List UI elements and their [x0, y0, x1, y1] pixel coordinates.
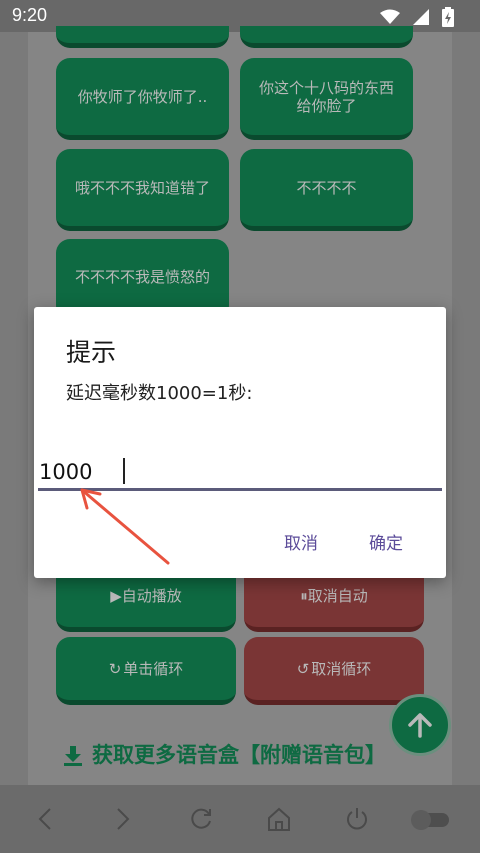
text-caret: [123, 458, 125, 484]
toggle-switch[interactable]: [408, 785, 452, 853]
loop-icon: ↻: [108, 659, 122, 678]
forward-button[interactable]: [103, 785, 143, 853]
voice-button-label: 你牧师了你牧师了..: [77, 87, 208, 106]
status-icons: [380, 7, 454, 27]
voice-button-label: 不不不不: [296, 178, 357, 197]
back-icon: [38, 808, 51, 830]
refresh-button[interactable]: [181, 785, 221, 853]
power-button[interactable]: [337, 785, 377, 853]
voice-button[interactable]: 你这个十八码的东西给你脸了: [240, 58, 413, 140]
single-loop-label: 单击循环: [123, 659, 184, 678]
forward-icon: [117, 808, 130, 830]
refresh-icon: [191, 808, 211, 829]
voice-button[interactable]: 你牧师了你牧师了..: [56, 58, 229, 140]
annotation-arrow-icon: [80, 488, 170, 565]
cancel-button[interactable]: 取消: [284, 529, 318, 554]
undo-icon: ↺: [296, 659, 310, 678]
voice-button-label: 哦不不不我知道错了: [74, 178, 210, 197]
download-icon: [64, 746, 82, 766]
voice-button-partial[interactable]: [240, 26, 413, 48]
voice-button-partial[interactable]: [56, 26, 229, 48]
dialog-message: 延迟毫秒数1000=1秒:: [66, 383, 253, 404]
home-icon: [268, 807, 290, 831]
cancel-loop-button[interactable]: ↺ 取消循环: [244, 637, 424, 705]
dialog-title: 提示: [66, 338, 117, 367]
battery-charging-icon: [442, 7, 454, 27]
more-voices-link[interactable]: 获取更多语音盒【附赠语音包】: [62, 738, 392, 772]
single-loop-button[interactable]: ↻ 单击循环: [56, 637, 236, 705]
confirm-button[interactable]: 确定: [369, 529, 403, 554]
wifi-icon: [380, 9, 400, 24]
voice-button[interactable]: 哦不不不我知道错了: [56, 149, 229, 231]
more-voices-text: 获取更多语音盒【附赠语音包】: [92, 743, 386, 767]
signal-icon: [413, 9, 429, 25]
auto-play-label: ▶自动播放: [110, 586, 182, 605]
arrow-up-icon: [408, 713, 432, 738]
scroll-top-button[interactable]: [389, 694, 451, 756]
cancel-auto-label: ⏸取消自动: [300, 586, 368, 605]
voice-button[interactable]: 不不不不: [240, 149, 413, 231]
bottom-toolbar: [0, 785, 480, 853]
back-button[interactable]: [25, 785, 65, 853]
home-button[interactable]: [259, 785, 299, 853]
power-icon: [347, 808, 367, 830]
toggle-icon: [411, 810, 449, 830]
voice-button-label: 不不不不我是愤怒的: [74, 267, 210, 286]
voice-button-label: 你这个十八码的东西给你脸了: [258, 78, 394, 115]
status-time: 9:20: [12, 5, 48, 25]
cancel-loop-label: 取消循环: [311, 659, 372, 678]
